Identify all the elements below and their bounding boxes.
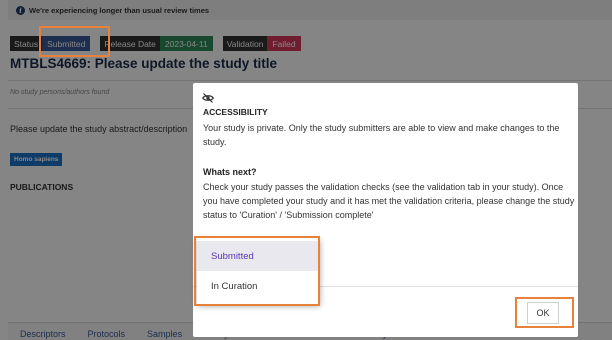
accessibility-title: ACCESSIBILITY xyxy=(203,107,268,117)
eye-slash-icon xyxy=(202,93,214,103)
ok-highlight-box xyxy=(515,297,574,328)
whats-next-text: Check your study passes the validation c… xyxy=(203,182,575,220)
whats-next-title: Whats next? xyxy=(203,167,257,177)
dropdown-highlight-box xyxy=(194,236,320,306)
accessibility-text: Your study is private. Only the study su… xyxy=(203,123,560,147)
status-highlight-box xyxy=(39,26,110,57)
